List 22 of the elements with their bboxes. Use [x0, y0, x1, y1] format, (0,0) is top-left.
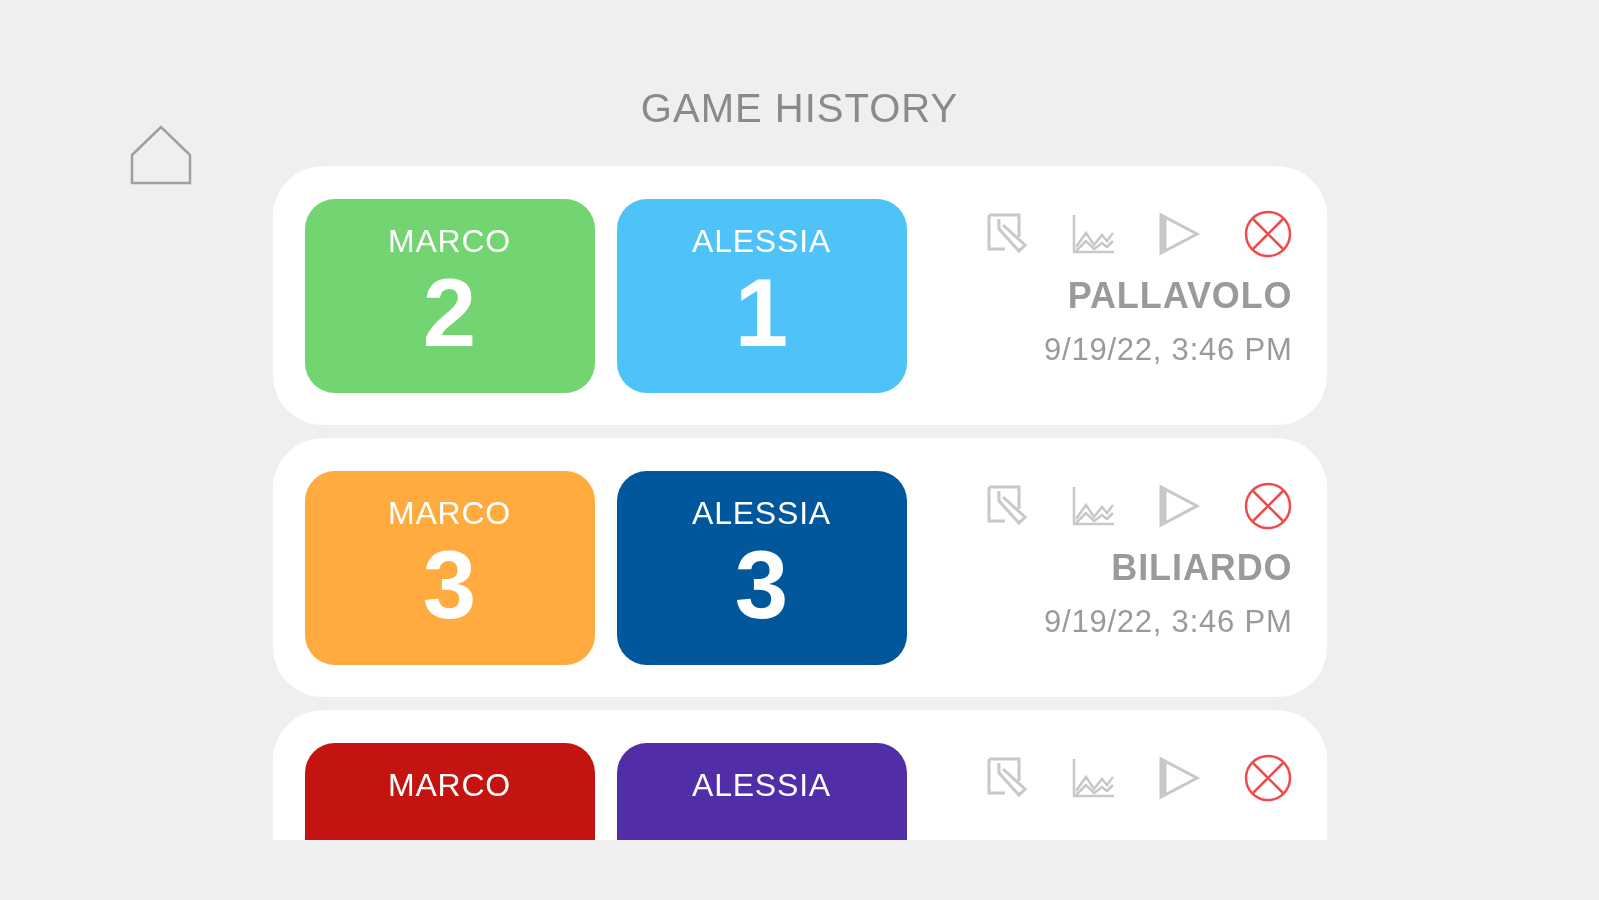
player-name: MARCO: [387, 224, 512, 257]
game-date: 9/19/22, 3:46 PM: [1044, 334, 1293, 365]
close-icon[interactable]: [1242, 209, 1293, 259]
game-name: BILIARDO: [1111, 550, 1293, 586]
page-title: GAME HISTORY: [640, 88, 959, 128]
close-icon[interactable]: [1242, 481, 1293, 531]
home-icon[interactable]: [130, 125, 192, 185]
player-score: 3: [422, 536, 477, 633]
game-date: 9/19/22, 3:46 PM: [1044, 606, 1293, 637]
close-icon[interactable]: [1242, 753, 1293, 803]
player-name: MARCO: [387, 496, 512, 529]
game-name: PALLAVOLO: [1067, 278, 1293, 314]
player-name: MARCO: [387, 768, 512, 801]
player-score: 2: [422, 264, 477, 361]
player-name: ALESSIA: [692, 768, 831, 801]
chart-icon[interactable]: [1070, 213, 1115, 255]
player-score: 3: [734, 536, 789, 633]
player-score: 1: [734, 264, 789, 361]
chart-icon[interactable]: [1070, 485, 1115, 527]
chart-icon[interactable]: [1070, 757, 1115, 799]
player-name: ALESSIA: [692, 496, 831, 529]
player-name: ALESSIA: [692, 224, 831, 257]
